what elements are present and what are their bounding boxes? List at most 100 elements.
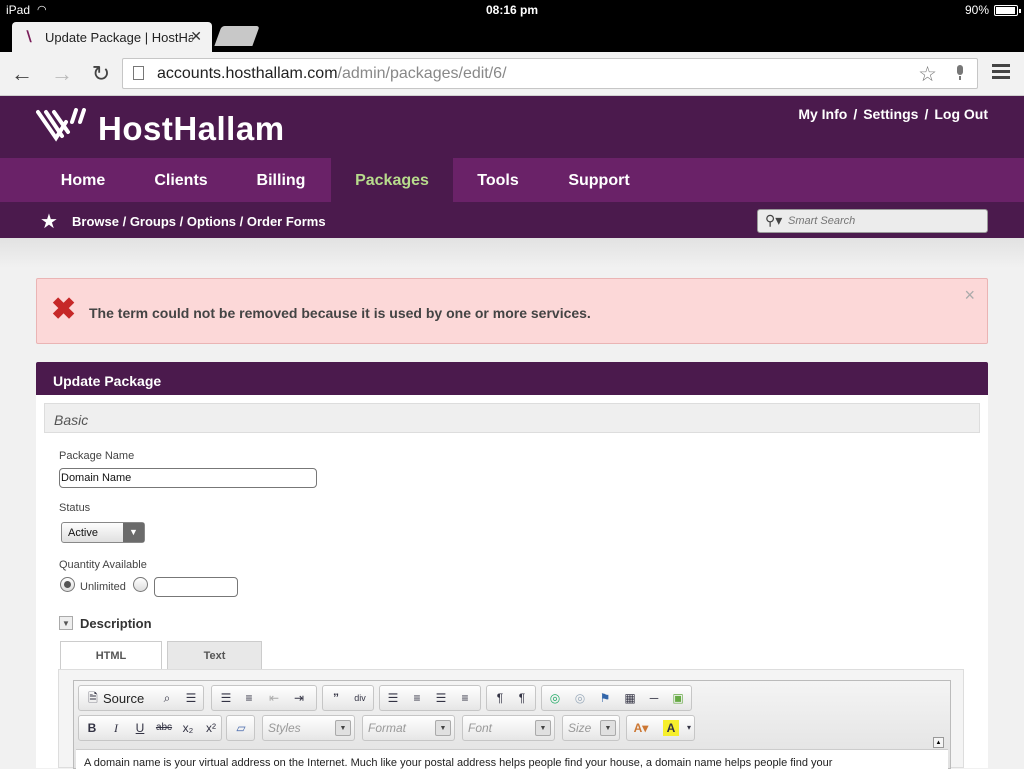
link-icon[interactable]: ◎ [545, 689, 565, 707]
bookmark-star-icon[interactable]: ☆ [918, 62, 937, 87]
collapse-description-icon[interactable]: ▼ [59, 616, 73, 630]
div-container-icon[interactable]: div [350, 689, 370, 707]
unlimited-radio[interactable] [60, 577, 75, 592]
quantity-radio[interactable] [133, 577, 148, 592]
quantity-input[interactable] [154, 577, 238, 597]
templates-icon[interactable]: ☰ [181, 689, 201, 707]
tab-html[interactable]: HTML [60, 641, 162, 669]
italic-icon[interactable]: I [106, 719, 126, 737]
anchor-flag-icon[interactable]: ⚑ [595, 689, 615, 707]
subnav-links: Browse / Groups / Options / Order Forms [72, 214, 326, 229]
nav-packages[interactable]: Packages [331, 158, 453, 202]
align-left-icon[interactable]: ☰ [383, 689, 403, 707]
bold-icon[interactable]: B [82, 719, 102, 737]
subscript-icon[interactable]: x₂ [178, 719, 198, 737]
status-selected-value: Active [68, 527, 98, 539]
subnav-options[interactable]: Options [187, 214, 236, 229]
toolbar-group-blocks: ” div [322, 685, 374, 711]
editor-content[interactable]: A domain name is your virtual address on… [76, 749, 948, 769]
blockquote-icon[interactable]: ” [326, 689, 346, 707]
search-input[interactable] [788, 213, 978, 229]
main-nav: Home Clients Billing Packages Tools Supp… [0, 158, 1024, 202]
logout-link[interactable]: Log Out [934, 106, 988, 122]
outdent-icon[interactable]: ⇤ [264, 689, 284, 707]
status-bar: iPad ◠ 08:16 pm 90% [0, 0, 1024, 20]
settings-link[interactable]: Settings [863, 106, 918, 122]
rtl-icon[interactable]: ¶ [512, 689, 532, 707]
table-icon[interactable]: ▦ [620, 689, 640, 707]
image-icon[interactable]: ▣ [668, 689, 688, 707]
preview-icon[interactable]: ⌕ [157, 689, 177, 707]
status-select[interactable]: Active ▼ [61, 522, 145, 543]
microphone-icon[interactable] [955, 65, 965, 81]
forward-arrow-icon[interactable]: → [49, 61, 75, 87]
description-heading: Description [80, 616, 152, 631]
panel-title: Update Package [36, 362, 988, 395]
sub-nav: ★ Browse / Groups / Options / Order Form… [0, 202, 1024, 238]
separator: / [924, 106, 929, 122]
justify-icon[interactable]: ≡ [455, 689, 475, 707]
address-bar[interactable]: accounts.hosthallam.com/admin/packages/e… [122, 58, 978, 89]
strikethrough-icon[interactable]: abc [154, 719, 174, 737]
tab-text[interactable]: Text [167, 641, 262, 669]
nav-billing[interactable]: Billing [232, 158, 330, 202]
nav-clients[interactable]: Clients [130, 158, 232, 202]
text-color-icon[interactable]: A▾ [631, 719, 651, 737]
format-combo[interactable]: Format ▼ [362, 715, 455, 741]
chevron-down-icon[interactable]: ▾ [679, 719, 699, 737]
new-tab-button[interactable] [214, 26, 260, 46]
toolbar-group-align: ☰ ≡ ☰ ≡ [379, 685, 481, 711]
subnav-groups[interactable]: Groups [130, 214, 176, 229]
toolbar-group-basic-styles: B I U abc x₂ x² [78, 715, 222, 741]
toolbar-row-2: B I U abc x₂ x² ▱ Styles ▼ Format ▼ Font… [78, 715, 948, 741]
background-color-icon[interactable]: A [663, 720, 679, 736]
section-basic: Basic [44, 403, 980, 433]
toolbar-group-insert: ◎ ◎ ⚑ ▦ ─ ▣ [541, 685, 692, 711]
bulleted-list-icon[interactable]: ≡ [239, 689, 259, 707]
brand-name: HostHallam [98, 110, 285, 147]
browser-menu-icon[interactable] [992, 64, 1010, 82]
nav-tools[interactable]: Tools [453, 158, 543, 202]
status-label: Status [59, 502, 91, 514]
source-icon[interactable]: 🗎 [83, 689, 103, 707]
horizontal-line-icon[interactable]: ─ [644, 689, 664, 707]
nav-support[interactable]: Support [543, 158, 655, 202]
package-name-input[interactable] [59, 468, 317, 488]
subnav-order-forms[interactable]: Order Forms [247, 214, 326, 229]
error-alert: ✖ The term could not be removed because … [36, 278, 988, 344]
size-combo-label: Size [568, 721, 592, 735]
my-info-link[interactable]: My Info [798, 106, 847, 122]
error-x-icon: ✖ [51, 293, 77, 326]
size-combo[interactable]: Size ▼ [562, 715, 620, 741]
font-combo[interactable]: Font ▼ [462, 715, 555, 741]
subnav-browse[interactable]: Browse [72, 214, 119, 229]
close-alert-icon[interactable]: × [964, 285, 975, 306]
toolbar-group-colors: A▾ A ▾ [626, 715, 695, 741]
unlink-icon[interactable]: ◎ [570, 689, 590, 707]
back-arrow-icon[interactable]: ← [9, 61, 35, 87]
toolbar-group-document: 🗎 Source ⌕ ☰ [78, 685, 204, 711]
nav-home[interactable]: Home [36, 158, 130, 202]
logo-mark-icon [36, 108, 86, 142]
search-icon[interactable]: ⚲▾ [765, 212, 782, 229]
favorite-star-icon[interactable]: ★ [40, 209, 58, 234]
remove-format-icon[interactable]: ▱ [231, 719, 251, 737]
align-center-icon[interactable]: ≡ [407, 689, 427, 707]
indent-icon[interactable]: ⇥ [289, 689, 309, 707]
align-right-icon[interactable]: ☰ [431, 689, 451, 707]
ltr-icon[interactable]: ¶ [490, 689, 510, 707]
quantity-label: Quantity Available [59, 559, 147, 571]
battery-percent: 90% [964, 3, 989, 17]
underline-icon[interactable]: U [130, 719, 150, 737]
superscript-icon[interactable]: x² [201, 719, 221, 737]
styles-combo-label: Styles [268, 721, 301, 735]
browser-tab[interactable]: ∖ Update Package | HostHallam ✕ [12, 22, 212, 52]
reload-icon[interactable]: ↻ [88, 61, 114, 87]
styles-combo[interactable]: Styles ▼ [262, 715, 355, 741]
source-button[interactable]: Source [103, 691, 144, 706]
numbered-list-icon[interactable]: ☰ [216, 689, 236, 707]
collapse-toolbar-icon[interactable]: ▲ [933, 737, 944, 748]
browser-tab-bar: ∖ Update Package | HostHallam ✕ [0, 20, 1024, 52]
close-tab-icon[interactable]: ✕ [190, 28, 202, 45]
user-links: My Info / Settings / Log Out [798, 106, 988, 122]
